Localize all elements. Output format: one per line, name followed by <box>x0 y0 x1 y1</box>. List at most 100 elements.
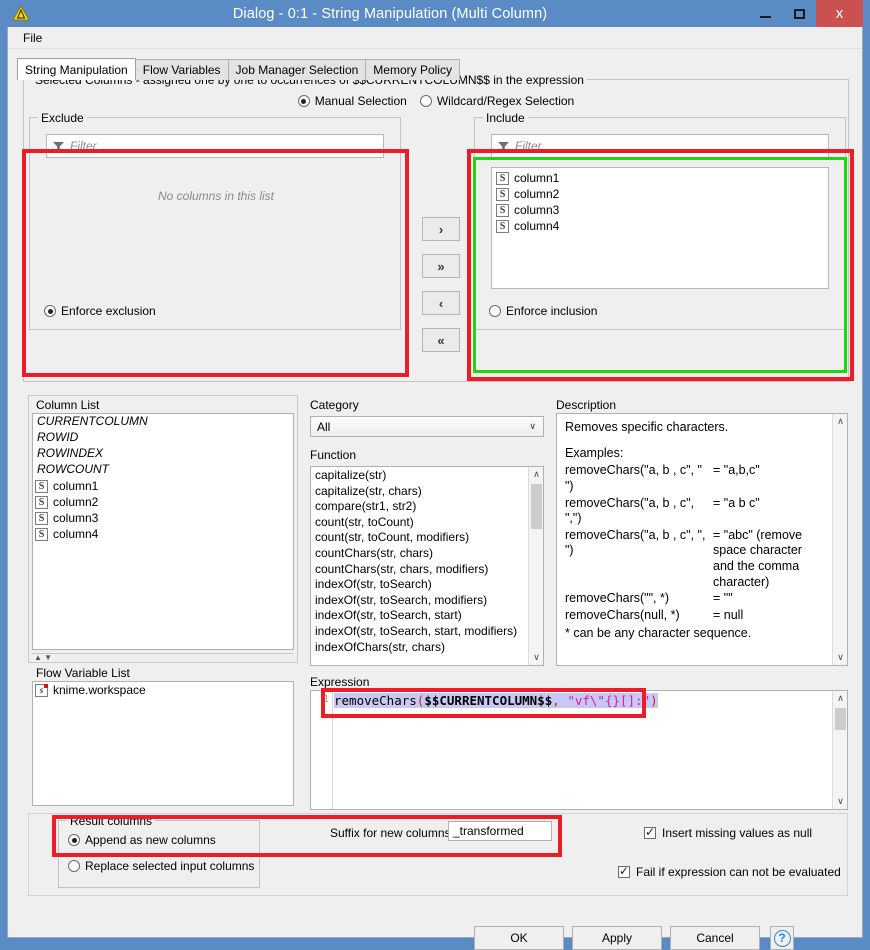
expression-label: Expression <box>310 675 370 689</box>
expression-scrollbar[interactable]: ∧ ∨ <box>832 691 847 809</box>
radio-replace-selected-input-columns[interactable]: Replace selected input columns <box>68 859 254 873</box>
expression-token-variable: $$CURRENTCOLUMN$$ <box>424 693 553 708</box>
tab-string-manipulation[interactable]: String Manipulation <box>17 58 136 80</box>
string-type-icon: S <box>496 171 509 185</box>
radio-enforce-exclusion[interactable]: Enforce exclusion <box>44 304 156 318</box>
replace-selected-input-columns-label: Replace selected input columns <box>85 859 255 873</box>
exclude-filter-input[interactable]: Filter <box>46 134 384 158</box>
function-list-item[interactable]: countChars(str, chars) <box>311 546 527 562</box>
include-group: Include Filter S column1 S column2 S col… <box>474 111 846 330</box>
close-button[interactable]: x <box>816 0 863 27</box>
function-list-item[interactable]: indexOfChars(str, chars) <box>311 640 527 656</box>
radio-wildcard-selection-label: Wildcard/Regex Selection <box>436 94 575 108</box>
function-list-item[interactable]: indexOf(str, toSearch, modifiers) <box>311 593 527 609</box>
column-list-special-item[interactable]: CURRENTCOLUMN <box>33 414 293 430</box>
column-list-item[interactable]: S column4 <box>33 526 293 542</box>
function-list-box[interactable]: capitalize(str) capitalize(str, chars) c… <box>310 466 544 666</box>
description-example: removeChars(null, *) = null <box>565 608 825 624</box>
function-list-item[interactable]: indexOf(str, toSearch) <box>311 577 527 593</box>
description-example: removeChars("", *) = "" <box>565 591 825 607</box>
column-list-item[interactable]: S column2 <box>33 494 293 510</box>
radio-wildcard-regex-selection[interactable]: Wildcard/Regex Selection <box>419 94 575 108</box>
scrollbar-thumb[interactable] <box>531 484 542 529</box>
titlebar[interactable]: Dialog - 0:1 - String Manipulation (Mult… <box>7 0 863 27</box>
insert-missing-values-label: Insert missing values as null <box>662 826 813 840</box>
function-label: Function <box>310 448 357 462</box>
include-filter-input[interactable]: Filter <box>491 134 829 158</box>
description-examples-label: Examples: <box>565 445 624 460</box>
example-result: = null <box>713 607 744 622</box>
flow-variable-list-box[interactable]: s knime.workspace <box>32 681 294 806</box>
string-type-icon: S <box>496 219 509 233</box>
radio-append-as-new-columns[interactable]: Append as new columns <box>68 833 216 847</box>
close-icon: x <box>835 5 844 22</box>
cancel-button[interactable]: Cancel <box>670 926 760 950</box>
scroll-up-icon[interactable]: ∧ <box>833 414 847 429</box>
function-list-item[interactable]: indexOf(str, toSearch, start) <box>311 608 527 624</box>
fail-if-expression-label: Fail if expression can not be evaluated <box>636 865 841 879</box>
include-filter-placeholder: Filter <box>515 139 542 153</box>
example-result: = "abc" (remove space character and the … <box>713 527 803 589</box>
move-right-button[interactable]: › <box>422 217 460 241</box>
scroll-down-icon[interactable]: ∨ <box>529 650 543 665</box>
column-list-item[interactable]: S column1 <box>33 478 293 494</box>
list-item-label: column3 <box>514 203 560 217</box>
function-list-item[interactable]: count(str, toCount) <box>311 515 527 531</box>
function-list-item[interactable]: capitalize(str) <box>311 468 527 484</box>
column-list-special-item[interactable]: ROWCOUNT <box>33 462 293 478</box>
tab-job-manager-selection[interactable]: Job Manager Selection <box>227 59 367 80</box>
include-list[interactable]: S column1 S column2 S column3 S column4 <box>491 167 829 289</box>
function-list-item[interactable]: capitalize(str, chars) <box>311 484 527 500</box>
tab-flow-variables[interactable]: Flow Variables <box>134 59 229 80</box>
suffix-input[interactable]: _transformed <box>448 821 552 841</box>
move-all-right-button[interactable]: » <box>422 254 460 278</box>
checkbox-insert-missing-values-as-null[interactable]: Insert missing values as null <box>644 825 813 840</box>
apply-button[interactable]: Apply <box>572 926 662 950</box>
list-item[interactable]: S column2 <box>494 186 828 202</box>
expression-editor[interactable]: 1 removeChars($$CURRENTCOLUMN$$, "vf\"{}… <box>310 690 848 810</box>
category-label: Category <box>310 398 359 412</box>
ok-button[interactable]: OK <box>474 926 564 950</box>
splitter-handle[interactable]: ▲ ▼ <box>32 653 294 662</box>
scroll-down-icon[interactable]: ∨ <box>833 650 847 665</box>
function-list-item[interactable]: compare(str1, str2) <box>311 499 527 515</box>
column-list-special-item[interactable]: ROWINDEX <box>33 446 293 462</box>
window-title: Dialog - 0:1 - String Manipulation (Mult… <box>232 5 548 22</box>
exclude-list[interactable]: No columns in this list <box>46 167 384 289</box>
list-item[interactable]: S column3 <box>494 202 828 218</box>
exclude-empty-message: No columns in this list <box>157 189 275 203</box>
description-scrollbar[interactable]: ∧ ∨ <box>832 414 847 665</box>
column-list-box[interactable]: CURRENTCOLUMN ROWID ROWINDEX ROWCOUNT S … <box>32 413 294 650</box>
scrollbar-thumb[interactable] <box>835 708 846 730</box>
checkbox-fail-if-expression-can-not-be-evaluated[interactable]: Fail if expression can not be evaluated <box>618 864 841 879</box>
column-list-special-item[interactable]: ROWID <box>33 430 293 446</box>
function-list-item[interactable]: countChars(str, chars, modifiers) <box>311 562 527 578</box>
menu-file[interactable]: File <box>17 29 48 47</box>
list-item[interactable]: S column4 <box>494 218 828 234</box>
function-list-scrollbar[interactable]: ∧ ∨ <box>528 467 543 665</box>
move-all-left-button[interactable]: « <box>422 328 460 352</box>
column-list-item[interactable]: S column3 <box>33 510 293 526</box>
enforce-inclusion-label: Enforce inclusion <box>506 304 598 318</box>
scroll-up-icon[interactable]: ∧ <box>529 467 543 482</box>
help-button[interactable]: ? <box>770 926 794 950</box>
scroll-down-icon[interactable]: ∨ <box>833 794 847 809</box>
function-list-item[interactable]: count(str, toCount, modifiers) <box>311 530 527 546</box>
move-left-button[interactable]: ‹ <box>422 291 460 315</box>
help-icon: ? <box>773 929 791 947</box>
chevron-down-icon: ∨ <box>529 421 536 431</box>
maximize-button[interactable] <box>782 0 816 27</box>
string-variable-icon: s <box>35 683 48 697</box>
radio-enforce-inclusion[interactable]: Enforce inclusion <box>489 304 597 318</box>
radio-manual-selection[interactable]: Manual Selection <box>297 94 407 108</box>
flow-variable-item[interactable]: s knime.workspace <box>33 682 293 698</box>
category-select[interactable]: All ∨ <box>310 416 544 437</box>
scroll-up-icon[interactable]: ∧ <box>833 691 847 706</box>
tab-memory-policy[interactable]: Memory Policy <box>365 59 460 80</box>
function-list-item[interactable]: indexOf(str, toSearch, start, modifiers) <box>311 624 527 640</box>
list-item[interactable]: S column1 <box>494 170 828 186</box>
description-label: Description <box>556 398 617 412</box>
minimize-button[interactable] <box>748 0 782 27</box>
append-as-new-columns-label: Append as new columns <box>85 833 216 847</box>
expression-code[interactable]: removeChars($$CURRENTCOLUMN$$, "vf\"{}[]… <box>334 693 831 708</box>
